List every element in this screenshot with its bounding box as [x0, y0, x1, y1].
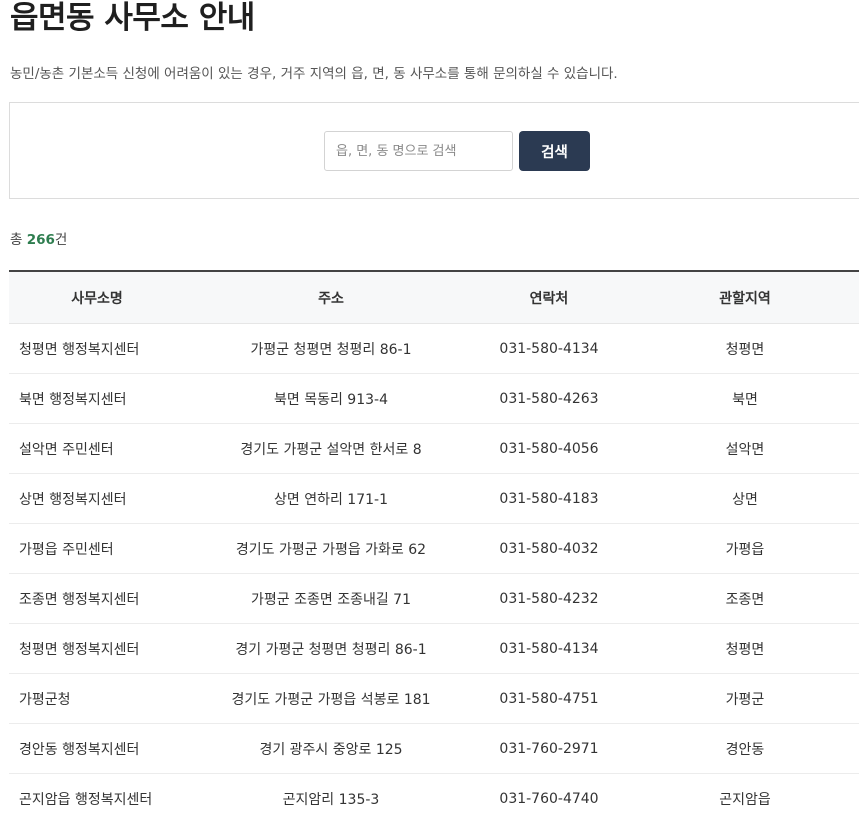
header-jurisdiction: 관할지역 [621, 271, 859, 324]
table-header-row: 사무소명 주소 연락처 관할지역 [9, 271, 859, 324]
office-table: 사무소명 주소 연락처 관할지역 청평면 행정복지센터 가평군 청평면 청평리 … [9, 270, 859, 817]
jurisdiction-cell: 청평면 [621, 323, 859, 374]
table-row: 설악면 주민센터 경기도 가평군 설악면 한서로 8 031-580-4056 … [9, 423, 859, 474]
result-count-prefix: 총 [10, 232, 27, 248]
page-description: 농민/농촌 기본소득 신청에 어려움이 있는 경우, 거주 지역의 읍, 면, … [10, 66, 618, 82]
office-name-cell: 가평읍 주민센터 [9, 523, 185, 574]
table-row: 가평읍 주민센터 경기도 가평군 가평읍 가화로 62 031-580-4032… [9, 523, 859, 574]
phone-cell: 031-580-4032 [477, 523, 621, 574]
result-count: 총 266건 [10, 230, 67, 250]
table-row: 상면 행정복지센터 상면 연하리 171-1 031-580-4183 상면 [9, 473, 859, 524]
office-name-cell: 가평군청 [9, 673, 185, 724]
phone-cell: 031-580-4134 [477, 323, 621, 374]
address-cell: 경기도 가평군 설악면 한서로 8 [185, 423, 477, 474]
table-row: 조종면 행정복지센터 가평군 조종면 조종내길 71 031-580-4232 … [9, 573, 859, 624]
office-name-cell: 설악면 주민센터 [9, 423, 185, 474]
table-row: 곤지암읍 행정복지센터 곤지암리 135-3 031-760-4740 곤지암읍 [9, 773, 859, 817]
address-cell: 상면 연하리 171-1 [185, 473, 477, 524]
address-cell: 경기도 가평군 가평읍 가화로 62 [185, 523, 477, 574]
phone-cell: 031-580-4134 [477, 623, 621, 674]
jurisdiction-cell: 곤지암읍 [621, 773, 859, 817]
table-row: 청평면 행정복지센터 가평군 청평면 청평리 86-1 031-580-4134… [9, 323, 859, 374]
jurisdiction-cell: 가평읍 [621, 523, 859, 574]
address-cell: 경기 가평군 청평면 청평리 86-1 [185, 623, 477, 674]
header-office-name: 사무소명 [9, 271, 185, 324]
phone-cell: 031-580-4263 [477, 373, 621, 424]
page: 읍면동 사무소 안내 농민/농촌 기본소득 신청에 어려움이 있는 경우, 거주… [0, 0, 859, 817]
phone-cell: 031-580-4232 [477, 573, 621, 624]
office-name-cell: 청평면 행정복지센터 [9, 623, 185, 674]
search-button[interactable]: 검색 [519, 131, 590, 171]
office-name-cell: 북면 행정복지센터 [9, 373, 185, 424]
page-title: 읍면동 사무소 안내 [10, 0, 255, 36]
result-count-suffix: 건 [54, 232, 68, 248]
table-row: 경안동 행정복지센터 경기 광주시 중앙로 125 031-760-2971 경… [9, 723, 859, 774]
jurisdiction-cell: 청평면 [621, 623, 859, 674]
table-row: 청평면 행정복지센터 경기 가평군 청평면 청평리 86-1 031-580-4… [9, 623, 859, 674]
address-cell: 경기도 가평군 가평읍 석봉로 181 [185, 673, 477, 724]
result-count-number: 266 [26, 232, 55, 248]
jurisdiction-cell: 설악면 [621, 423, 859, 474]
phone-cell: 031-580-4056 [477, 423, 621, 474]
header-contact: 연락처 [477, 271, 621, 324]
table-row: 북면 행정복지센터 북면 목동리 913-4 031-580-4263 북면 [9, 373, 859, 424]
office-name-cell: 상면 행정복지센터 [9, 473, 185, 524]
jurisdiction-cell: 경안동 [621, 723, 859, 774]
search-input[interactable] [324, 131, 513, 171]
header-address: 주소 [185, 271, 477, 324]
jurisdiction-cell: 조종면 [621, 573, 859, 624]
phone-cell: 031-760-4740 [477, 773, 621, 817]
jurisdiction-cell: 북면 [621, 373, 859, 424]
office-name-cell: 경안동 행정복지센터 [9, 723, 185, 774]
phone-cell: 031-580-4751 [477, 673, 621, 724]
office-name-cell: 조종면 행정복지센터 [9, 573, 185, 624]
address-cell: 곤지암리 135-3 [185, 773, 477, 817]
address-cell: 경기 광주시 중앙로 125 [185, 723, 477, 774]
address-cell: 가평군 청평면 청평리 86-1 [185, 323, 477, 374]
jurisdiction-cell: 상면 [621, 473, 859, 524]
phone-cell: 031-760-2971 [477, 723, 621, 774]
jurisdiction-cell: 가평군 [621, 673, 859, 724]
table-row: 가평군청 경기도 가평군 가평읍 석봉로 181 031-580-4751 가평… [9, 673, 859, 724]
office-name-cell: 청평면 행정복지센터 [9, 323, 185, 374]
address-cell: 가평군 조종면 조종내길 71 [185, 573, 477, 624]
office-name-cell: 곤지암읍 행정복지센터 [9, 773, 185, 817]
search-panel: 검색 [9, 102, 859, 199]
address-cell: 북면 목동리 913-4 [185, 373, 477, 424]
phone-cell: 031-580-4183 [477, 473, 621, 524]
